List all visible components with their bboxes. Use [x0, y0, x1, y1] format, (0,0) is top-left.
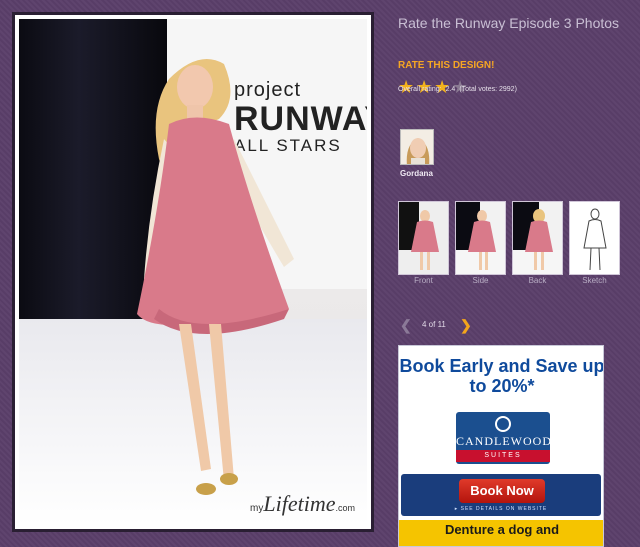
- ad-brand: CANDLEWOOD: [456, 434, 552, 448]
- rate-this-design-label: RATE THIS DESIGN!: [398, 60, 495, 71]
- ad-brand-sub: SUITES: [456, 450, 550, 462]
- candlewood-logo: CANDLEWOOD SUITES: [456, 412, 552, 464]
- thumbnail-label-back: Back: [528, 276, 547, 285]
- candlewood-ad[interactable]: Book Early and Save up to 20%* CANDLEWOO…: [398, 345, 604, 547]
- ad-bottom-banner: Denture a dog and: [399, 520, 603, 546]
- ad-book-band: Book Now ▸ SEE DETAILS ON WEBSITE: [401, 474, 601, 516]
- next-arrow-icon[interactable]: ❯: [460, 317, 472, 333]
- rating-summary: Overall rating: 2.4 (Total votes: 2992): [398, 86, 521, 93]
- ad-details-link[interactable]: ▸ SEE DETAILS ON WEBSITE: [401, 506, 601, 512]
- gallery-title: Rate the Runway Episode 3 Photos: [398, 15, 620, 31]
- main-photo-frame: project RUNWAY ALL STARS myLifetime.com: [12, 12, 374, 532]
- designer-avatar[interactable]: [400, 129, 434, 165]
- pager-count: 4 of 11: [422, 320, 446, 329]
- runway-photo: project RUNWAY ALL STARS myLifetime.com: [19, 19, 367, 525]
- total-votes: (Total votes: 2992): [459, 86, 517, 93]
- book-now-button[interactable]: Book Now: [459, 479, 545, 503]
- watermark-prefix: my: [250, 503, 264, 514]
- thumbnail-sketch[interactable]: [569, 201, 620, 275]
- watermark-suffix: .com: [335, 503, 355, 513]
- ad-headline: Book Early and Save up to 20%*: [399, 356, 604, 396]
- thumbnail-label-side: Side: [472, 276, 489, 285]
- thumbnail-front[interactable]: [398, 201, 449, 275]
- thumbnail-side[interactable]: [455, 201, 506, 275]
- photo-pager: ❮ 4 of 11 ❯: [398, 317, 478, 333]
- thumbnail-strip: Front Side Back Sketch: [398, 201, 634, 289]
- model-figure: [137, 59, 294, 495]
- thumbnail-back[interactable]: [512, 201, 563, 275]
- lifetime-watermark: myLifetime.com: [250, 491, 355, 517]
- watermark-brand: Lifetime: [263, 491, 336, 516]
- thumbnail-label-sketch: Sketch: [582, 276, 607, 285]
- overall-rating-label: Overall rating:: [398, 86, 442, 93]
- candlewood-emblem-icon: [495, 416, 511, 432]
- thumbnail-label-front: Front: [414, 276, 433, 285]
- overall-rating-value: 2.4: [445, 86, 456, 93]
- designer-name[interactable]: Gordana: [400, 169, 433, 178]
- prev-arrow-icon[interactable]: ❮: [400, 317, 412, 333]
